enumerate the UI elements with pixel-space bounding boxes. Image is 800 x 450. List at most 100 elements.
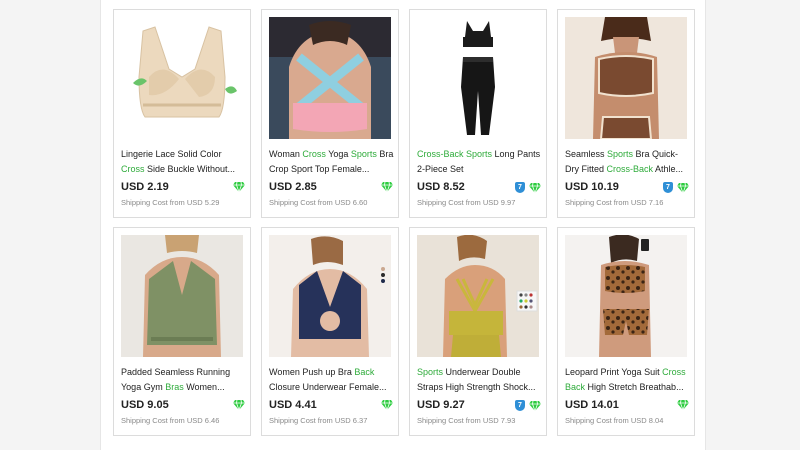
product-card[interactable]: Cross-Back Sports Long Pants 2-Piece Set… <box>409 9 547 218</box>
badges <box>381 182 393 192</box>
product-price: USD 8.52 <box>417 181 465 193</box>
product-title[interactable]: Women Push up Bra Back Closure Underwear… <box>269 365 395 395</box>
price-row: USD 14.01 <box>565 399 689 413</box>
product-card[interactable]: Lingerie Lace Solid Color Cross Side Buc… <box>113 9 251 218</box>
product-title[interactable]: Padded Seamless Running Yoga Gym Bras Wo… <box>121 365 247 395</box>
product-image[interactable] <box>121 235 243 357</box>
diamond-badge-icon <box>233 182 245 192</box>
title-keyword-highlight: Cross-Back <box>606 164 654 174</box>
yellow-double-strap-bra-image <box>417 235 539 357</box>
shipping-cost: Shipping Cost from USD 5.29 <box>121 198 220 207</box>
price-row: USD 10.19 7 <box>565 181 689 195</box>
product-card[interactable]: Leopard Print Yoga Suit Cross Back High … <box>557 227 695 436</box>
seven-day-badge-icon: 7 <box>663 182 673 193</box>
product-card[interactable]: Women Push up Bra Back Closure Underwear… <box>261 227 399 436</box>
product-card[interactable]: Padded Seamless Running Yoga Gym Bras Wo… <box>113 227 251 436</box>
product-image[interactable] <box>565 17 687 139</box>
product-title[interactable]: Cross-Back Sports Long Pants 2-Piece Set <box>417 147 543 177</box>
title-text: Women... <box>183 382 225 392</box>
shipping-cost: Shipping Cost from USD 6.46 <box>121 416 220 425</box>
title-text: Closure Underwear Female... <box>269 382 387 392</box>
product-image[interactable] <box>417 235 539 357</box>
product-title[interactable]: Sports Underwear Double Straps High Stre… <box>417 365 543 395</box>
seven-day-badge-icon: 7 <box>515 182 525 193</box>
badges <box>381 400 393 410</box>
product-image[interactable] <box>269 235 391 357</box>
price-row: USD 8.52 7 <box>417 181 541 195</box>
title-text: Side Buckle Without... <box>144 164 236 174</box>
product-image[interactable] <box>417 17 539 139</box>
diamond-badge-icon <box>529 400 541 411</box>
badges: 7 <box>515 182 541 193</box>
badges <box>233 182 245 192</box>
product-price: USD 10.19 <box>565 181 619 193</box>
brown-sports-set-image <box>565 17 687 139</box>
price-row: USD 9.05 <box>121 399 245 413</box>
badges <box>233 400 245 410</box>
pink-cross-back-bra-image <box>269 17 391 139</box>
title-text: Lingerie Lace Solid Color <box>121 149 222 159</box>
product-title[interactable]: Leopard Print Yoga Suit Cross Back High … <box>565 365 691 395</box>
shipping-cost: Shipping Cost from USD 7.93 <box>417 416 516 425</box>
title-keyword-highlight: Cross <box>662 367 686 377</box>
leopard-yoga-suit-image <box>565 235 687 357</box>
title-text: Athle... <box>653 164 684 174</box>
title-keyword-highlight: Cross <box>302 149 326 159</box>
product-card[interactable]: Woman Cross Yoga Sports Bra Crop Sport T… <box>261 9 399 218</box>
product-card[interactable]: Sports Underwear Double Straps High Stre… <box>409 227 547 436</box>
title-keyword-highlight: Back <box>565 382 586 392</box>
price-row: USD 2.85 <box>269 181 393 195</box>
shipping-cost: Shipping Cost from USD 6.37 <box>269 416 368 425</box>
black-2-piece-set-image <box>417 17 539 139</box>
diamond-badge-icon <box>233 400 245 410</box>
title-keyword-highlight: Cross-Back <box>417 149 464 159</box>
seven-day-badge-icon: 7 <box>515 400 525 411</box>
product-price: USD 9.27 <box>417 399 465 411</box>
product-image[interactable] <box>269 17 391 139</box>
diamond-badge-icon <box>529 182 541 193</box>
title-keyword-highlight: Sports <box>466 149 493 159</box>
product-title[interactable]: Lingerie Lace Solid Color Cross Side Buc… <box>121 147 247 177</box>
green-racerback-bra-image <box>121 235 243 357</box>
title-keyword-highlight: Sports <box>417 367 444 377</box>
title-keyword-highlight: Cross <box>121 164 145 174</box>
product-image[interactable] <box>121 17 243 139</box>
navy-back-closure-bra-image <box>269 235 391 357</box>
beige-lace-bra-image <box>121 17 243 139</box>
badges <box>677 400 689 410</box>
product-image[interactable] <box>565 235 687 357</box>
product-grid: Lingerie Lace Solid Color Cross Side Buc… <box>113 9 695 436</box>
badges: 7 <box>663 182 689 193</box>
title-keyword-highlight: Back <box>354 367 375 377</box>
title-text: Seamless <box>565 149 608 159</box>
product-title[interactable]: Woman Cross Yoga Sports Bra Crop Sport T… <box>269 147 395 177</box>
product-title[interactable]: Seamless Sports Bra Quick-Dry Fitted Cro… <box>565 147 691 177</box>
product-price: USD 2.85 <box>269 181 317 193</box>
shipping-cost: Shipping Cost from USD 7.16 <box>565 198 664 207</box>
shipping-cost: Shipping Cost from USD 6.60 <box>269 198 368 207</box>
product-price: USD 2.19 <box>121 181 169 193</box>
title-text: Yoga <box>325 149 351 159</box>
title-text: High Stretch Breathab... <box>585 382 684 392</box>
diamond-badge-icon <box>677 182 689 193</box>
product-price: USD 14.01 <box>565 399 619 411</box>
badges: 7 <box>515 400 541 411</box>
title-text: Leopard Print Yoga Suit <box>565 367 663 377</box>
title-text: Women Push up Bra <box>269 367 355 377</box>
product-card[interactable]: Seamless Sports Bra Quick-Dry Fitted Cro… <box>557 9 695 218</box>
shipping-cost: Shipping Cost from USD 9.97 <box>417 198 516 207</box>
price-row: USD 9.27 7 <box>417 399 541 413</box>
diamond-badge-icon <box>381 400 393 410</box>
title-keyword-highlight: Sports <box>607 149 634 159</box>
title-keyword-highlight: Sports <box>350 149 377 159</box>
diamond-badge-icon <box>677 400 689 410</box>
title-keyword-highlight: Bras <box>165 382 184 392</box>
title-text: Woman <box>269 149 303 159</box>
product-price: USD 9.05 <box>121 399 169 411</box>
product-listing-page: Lingerie Lace Solid Color Cross Side Buc… <box>100 0 706 450</box>
shipping-cost: Shipping Cost from USD 8.04 <box>565 416 664 425</box>
price-row: USD 2.19 <box>121 181 245 195</box>
product-price: USD 4.41 <box>269 399 317 411</box>
price-row: USD 4.41 <box>269 399 393 413</box>
diamond-badge-icon <box>381 182 393 192</box>
